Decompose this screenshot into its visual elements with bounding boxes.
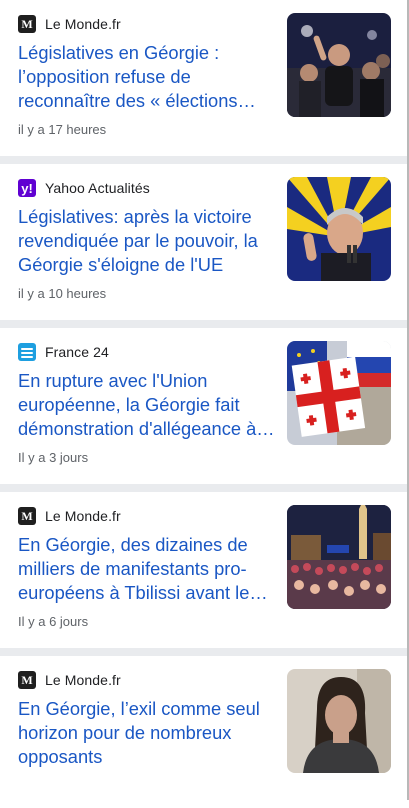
article-time: il y a 10 heures [18, 286, 107, 301]
article-card[interactable]: M Le Monde.fr En Géorgie, l’exil comme s… [0, 656, 409, 808]
lemonde-logo-icon: M [18, 507, 36, 525]
source-name: Le Monde.fr [45, 672, 121, 688]
separator [0, 320, 409, 328]
article-card[interactable]: y! Yahoo Actualités Législatives: après … [0, 164, 409, 320]
article-card[interactable]: France 24 En rupture avec l'Union europé… [0, 328, 409, 484]
separator [0, 484, 409, 492]
news-feed: M Le Monde.fr Législatives en Géorgie : … [0, 0, 409, 808]
article-thumbnail[interactable] [287, 177, 391, 281]
yahoo-logo-icon: y! [18, 179, 36, 197]
article-headline[interactable]: Législatives en Géorgie : l’opposition r… [18, 41, 276, 113]
article-thumbnail[interactable] [287, 341, 391, 445]
article-thumbnail[interactable] [287, 505, 391, 609]
lemonde-logo-icon: M [18, 671, 36, 689]
separator [0, 648, 409, 656]
article-time: il y a 17 heures [18, 122, 107, 137]
source-name: Le Monde.fr [45, 508, 121, 524]
article-headline[interactable]: En rupture avec l'Union européenne, la G… [18, 369, 276, 441]
article-headline[interactable]: En Géorgie, l’exil comme seul horizon po… [18, 697, 276, 769]
source-name: Yahoo Actualités [45, 180, 150, 196]
article-headline[interactable]: En Géorgie, des dizaines de milliers de … [18, 533, 276, 605]
article-thumbnail[interactable] [287, 669, 391, 773]
article-time: Il y a 6 jours [18, 614, 89, 629]
article-headline[interactable]: Législatives: après la victoire revendiq… [18, 205, 276, 277]
article-thumbnail[interactable] [287, 13, 391, 117]
france24-logo-icon [18, 343, 36, 361]
article-card[interactable]: M Le Monde.fr Législatives en Géorgie : … [0, 0, 409, 156]
source-name: France 24 [45, 344, 109, 360]
source-name: Le Monde.fr [45, 16, 121, 32]
separator [0, 156, 409, 164]
lemonde-logo-icon: M [18, 15, 36, 33]
article-time: Il y a 3 jours [18, 450, 89, 465]
article-card[interactable]: M Le Monde.fr En Géorgie, des dizaines d… [0, 492, 409, 648]
